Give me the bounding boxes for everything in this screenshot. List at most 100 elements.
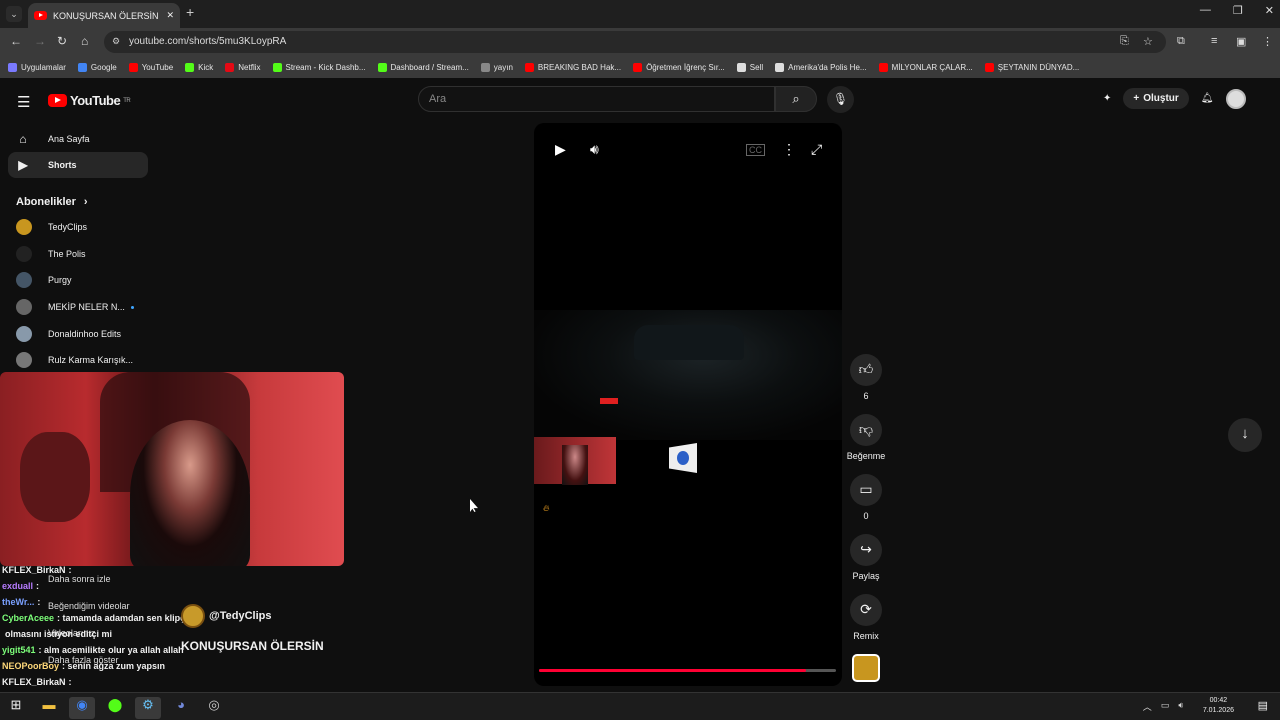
youtube-logo[interactable]: YouTube TR <box>48 93 131 108</box>
bookmark-item[interactable]: Uygulamalar <box>8 62 66 72</box>
channel-avatar[interactable] <box>181 604 205 628</box>
create-button[interactable]: + Oluştur <box>1123 88 1189 109</box>
home-browser-icon[interactable]: ⌂ <box>81 34 88 48</box>
like-icon[interactable]: 👍︎ <box>850 354 882 386</box>
notifications-bell-icon[interactable]: 🔔︎ <box>1201 93 1214 104</box>
subscription-item[interactable]: Donaldinhoo Edits <box>8 320 148 347</box>
shorts-player[interactable]: ▶ 🔊︎ CC ⋮ ⤢ 🔥︎ <box>534 123 842 686</box>
hamburger-menu-icon[interactable]: ☰ <box>17 93 30 111</box>
bookmark-item[interactable]: Sell <box>736 62 763 72</box>
account-avatar[interactable] <box>1225 88 1246 109</box>
restore-icon[interactable]: ❐ <box>1233 4 1243 17</box>
steam-icon[interactable]: ⚙ <box>135 697 161 719</box>
obs-icon[interactable]: ◎ <box>201 697 227 719</box>
fullscreen-icon[interactable]: ⤢ <box>811 141 822 158</box>
speaker-icon[interactable]: 🔉︎ <box>1178 700 1184 713</box>
site-info-icon[interactable]: ⚙ <box>112 36 120 47</box>
url-field[interactable]: ⚙ youtube.com/shorts/5mu3KLoypRA <box>104 31 1166 53</box>
bookmark-item[interactable]: Netflix <box>225 62 261 72</box>
windows-start-icon[interactable]: ⊞ <box>3 697 29 719</box>
chat-text: : <box>37 597 41 607</box>
kick-app-icon[interactable]: ⬤ <box>102 697 128 719</box>
bookmark-item[interactable]: Stream - Kick Dashb... <box>272 62 366 72</box>
bookmark-label: Amerika'da Polis He... <box>788 62 867 72</box>
sidebar-item-home[interactable]: ⌂ Ana Sayfa <box>8 126 148 152</box>
network-icon[interactable]: ▭ <box>1161 700 1170 713</box>
search-button[interactable]: ⌕ <box>775 86 817 112</box>
next-short-button[interactable]: ↓ <box>1228 418 1262 452</box>
close-tab-icon[interactable]: ✕ <box>166 10 174 21</box>
comment-icon[interactable]: ▭ <box>850 474 882 506</box>
bookmark-item[interactable]: Kick <box>185 62 214 72</box>
forward-icon[interactable]: → <box>34 34 46 48</box>
teddy-bear <box>20 432 90 522</box>
home-icon: ⌂ <box>19 132 27 146</box>
search-icon: ⌕ <box>792 91 800 106</box>
chrome-icon[interactable]: ◉ <box>69 697 95 719</box>
discord-icon[interactable]: ◕ <box>168 697 194 719</box>
subscription-item[interactable]: TedyClips <box>8 214 148 241</box>
video-progress-bar[interactable] <box>539 669 836 672</box>
bookmark-item[interactable]: Öğretmen İğrenç Sır... <box>633 62 725 72</box>
streamer <box>130 420 250 566</box>
file-explorer-icon[interactable]: ▬ <box>36 697 62 719</box>
voice-search-button[interactable]: 🎙︎ <box>827 86 854 113</box>
subscriptions-header[interactable]: Abonelikler › <box>16 196 148 208</box>
bookmark-item[interactable]: yayın <box>480 62 513 72</box>
captions-icon[interactable]: CC <box>746 144 765 156</box>
bookmark-favicon-icon <box>77 62 87 72</box>
minimize-icon[interactable]: — <box>1200 4 1211 17</box>
chat-message: NEOPoorBoy: senin ağza zum yapsın <box>2 658 342 674</box>
video-embedded-webcam <box>534 437 616 485</box>
bookmark-star-icon[interactable]: ☆ <box>1143 35 1153 48</box>
bookmark-item[interactable]: MİLYONLAR ÇALAR... <box>878 62 973 72</box>
channel-info[interactable]: @TedyClips <box>181 604 271 628</box>
video-frame-dark-scene: 🔥︎ <box>534 310 842 513</box>
bookmark-item[interactable]: ŞEYTANIN DÜNYAD... <box>984 62 1079 72</box>
profile-icon[interactable]: ▣ <box>1236 35 1246 48</box>
subscription-item[interactable]: Rulz Karma Karışık... <box>8 347 148 374</box>
tray-chevron-icon[interactable]: ︿ <box>1143 700 1152 713</box>
bookmark-favicon-icon <box>377 62 387 72</box>
youtube-play-logo-icon <box>48 94 67 107</box>
search-input[interactable]: Ara <box>418 86 775 112</box>
new-tab-button[interactable]: + <box>186 4 194 20</box>
reload-icon[interactable]: ↻ <box>57 34 67 48</box>
share-icon[interactable]: ↪ <box>850 534 882 566</box>
extensions-icon[interactable]: ⧉ <box>1177 35 1185 48</box>
bookmark-item[interactable]: YouTube <box>128 62 173 72</box>
active-tab[interactable]: KONUŞURSAN ÖLERSİN - YouTube ✕ <box>28 3 180 28</box>
media-control-icon[interactable]: ≡ <box>1211 35 1217 47</box>
bookmark-label: Stream - Kick Dashb... <box>285 62 366 72</box>
more-options-icon[interactable]: ⋮ <box>782 141 796 158</box>
microphone-icon: 🎙︎ <box>832 92 849 106</box>
bookmark-item[interactable]: Dashboard / Stream... <box>377 62 469 72</box>
chat-username: KFLEX_BirkaN <box>2 565 66 575</box>
menu-kebab-icon[interactable]: ⋮ <box>1262 35 1273 48</box>
chat-message: exduall: <box>2 578 342 594</box>
back-icon[interactable]: ← <box>10 34 22 48</box>
bookmark-item[interactable]: Amerika'da Polis He... <box>775 62 867 72</box>
close-window-icon[interactable]: ✕ <box>1265 4 1274 17</box>
sound-thumbnail[interactable] <box>852 654 880 682</box>
channel-handle[interactable]: @TedyClips <box>209 610 271 622</box>
tab-search-button[interactable]: ⌄ <box>6 6 22 22</box>
volume-icon[interactable]: 🔊︎ <box>590 141 599 158</box>
taskbar-clock[interactable]: 00:42 7.01.2026 <box>1203 696 1234 716</box>
subscription-item[interactable]: MEKİP NELER N... <box>8 294 148 321</box>
bookmark-label: Öğretmen İğrenç Sır... <box>646 62 725 72</box>
bookmark-label: Kick <box>198 62 214 72</box>
bookmark-item[interactable]: Google <box>77 62 117 72</box>
notification-center-icon[interactable]: ▤ <box>1258 699 1268 712</box>
bookmark-item[interactable]: BREAKING BAD Hak... <box>524 62 621 72</box>
sidebar-item-shorts[interactable]: ▶ Shorts <box>8 152 148 178</box>
play-icon[interactable]: ▶ <box>555 141 566 158</box>
dislike-icon[interactable]: 👎︎ <box>850 414 882 446</box>
subscription-item[interactable]: The Polis <box>8 241 148 268</box>
install-app-icon[interactable]: ⎘ <box>1120 35 1129 48</box>
remix-icon[interactable]: ⟳ <box>850 594 882 626</box>
subscription-item[interactable]: Purgy <box>8 267 148 294</box>
video-car <box>634 325 744 360</box>
ai-sparkle-icon[interactable]: ✦ <box>1103 93 1111 104</box>
chat-username: CyberAceee <box>2 613 55 623</box>
